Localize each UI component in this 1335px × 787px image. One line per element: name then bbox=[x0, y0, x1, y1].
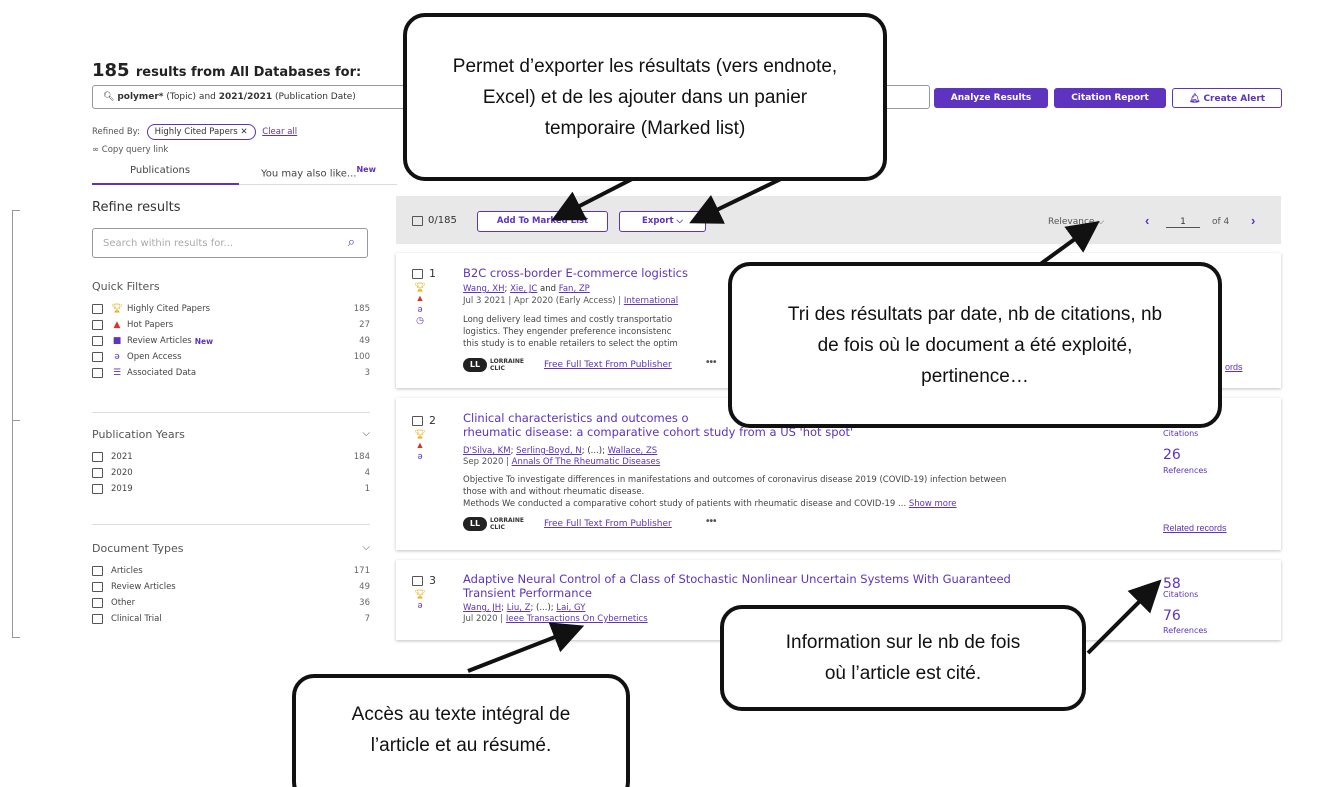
callout-export: Permet d’exporter les résultats (vers en… bbox=[403, 13, 887, 181]
callout-citations: Information sur le nb de fois où l’artic… bbox=[720, 605, 1086, 711]
arrow-to-marked-list bbox=[551, 173, 641, 221]
arrow-to-export bbox=[689, 175, 786, 224]
arrow-to-full-text bbox=[467, 622, 585, 673]
callout-sort: Tri des résultats par date, nb de citati… bbox=[728, 262, 1222, 428]
arrow-to-citations bbox=[1086, 579, 1162, 655]
callout-full-text: Accès au texte intégral de l’article et … bbox=[292, 674, 630, 787]
